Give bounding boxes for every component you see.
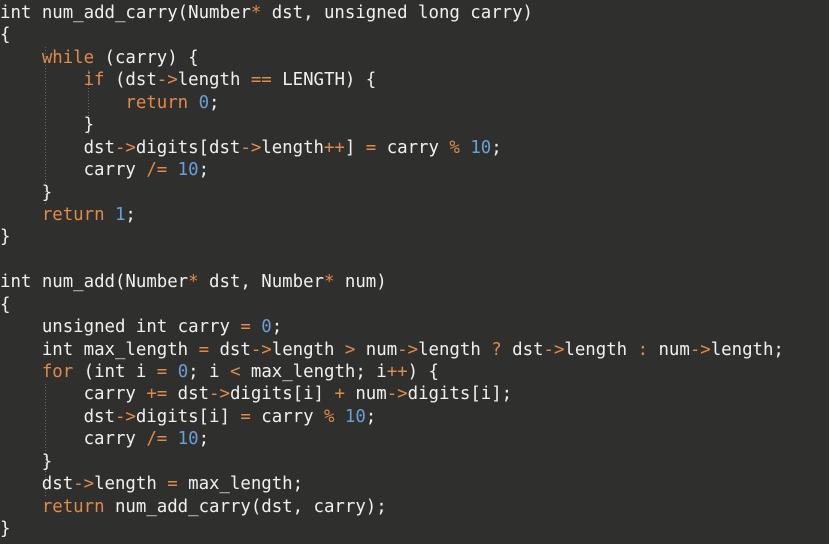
token-operator: += (146, 384, 168, 405)
code-line: int num_add(Number* dst, Number* num) (0, 272, 387, 293)
token-number: 0 (177, 362, 189, 382)
token-operator: -> (386, 384, 408, 405)
code-line: unsigned int carry = 0; (41, 317, 283, 338)
token-operator: % (323, 406, 335, 427)
token-operator: = (198, 339, 210, 360)
code-line: int max_length = dst->length > num->leng… (41, 339, 784, 360)
code-line: { (0, 294, 11, 315)
token-number: 10 (470, 137, 492, 158)
token-type: unsigned (41, 317, 126, 338)
token-type: Number (188, 3, 251, 23)
token-operator: -> (250, 339, 272, 360)
token-type: Number (125, 272, 189, 293)
code-line: carry /= 10; (0, 429, 210, 450)
token-operator: ++ (386, 362, 408, 382)
token-keyword: return (41, 204, 105, 225)
token-operator: -> (543, 339, 565, 360)
token-operator: -> (240, 137, 262, 158)
token-operator: = (167, 474, 178, 495)
code-line: dst->digits[dst->length++] = carry % 10; (0, 137, 502, 158)
token-operator: = (365, 137, 377, 158)
token-operator: = (156, 362, 168, 382)
token-operator: = (240, 406, 251, 427)
token-type: int (41, 339, 74, 360)
code-editor[interactable]: int num_add_carry(Number* dst, unsigned … (0, 0, 829, 544)
code-line: carry /= 10; (0, 160, 210, 181)
token-operator: -> (397, 339, 419, 360)
code-line: } (0, 115, 95, 136)
token-operator: -> (73, 474, 95, 495)
token-type: long (418, 3, 460, 23)
code-line: dst->digits[i] = carry % 10; (0, 406, 377, 427)
token-operator: ? (491, 339, 502, 360)
token-keyword: while (41, 47, 95, 68)
token-operator: = (240, 317, 251, 338)
token-operator: * (188, 272, 199, 293)
token-keyword: if (83, 70, 105, 91)
token-operator: -> (114, 137, 136, 158)
code-line: carry += dst->digits[i] + num->digits[i]… (0, 384, 513, 405)
token-operator: -> (209, 384, 230, 405)
token-operator: < (229, 362, 241, 382)
token-keyword: for (41, 362, 74, 382)
token-type: Number (261, 272, 324, 293)
token-type: int (0, 272, 32, 293)
code-line: { (0, 25, 11, 46)
token-operator: + (334, 384, 345, 405)
token-keyword: return (41, 496, 105, 517)
token-operator: ++ (323, 137, 345, 158)
token-function-name: num_add_carry (41, 3, 178, 23)
token-operator: * (250, 3, 262, 23)
code-line: return 1; (41, 204, 136, 225)
token-keyword: return (125, 92, 189, 113)
code-line: } (0, 227, 11, 248)
token-number: 10 (344, 406, 366, 427)
code-line: dst->length = max_length; (0, 474, 304, 495)
token-operator: > (344, 339, 356, 360)
code-line: if (dst->length == LENGTH) { (83, 70, 377, 91)
token-function-name: num_add (41, 272, 115, 293)
token-number: 1 (114, 204, 126, 225)
token-function-name: num_add_carry (114, 496, 251, 517)
code-line: int num_add_carry(Number* dst, unsigned … (0, 3, 534, 23)
code-line: return num_add_carry(dst, carry); (41, 496, 387, 517)
token-operator: /= (146, 160, 168, 181)
token-operator: /= (146, 429, 168, 450)
token-operator: -> (689, 339, 711, 360)
token-type: int (94, 362, 126, 382)
token-number: 10 (177, 429, 199, 450)
token-number: 0 (198, 92, 210, 113)
token-operator: == (250, 70, 272, 91)
code-line: for (int i = 0; i < max_length; i++) { (41, 362, 439, 382)
code-line: } (0, 519, 11, 540)
token-operator: -> (156, 70, 178, 91)
code-line: } (0, 451, 53, 472)
token-operator: * (323, 272, 335, 293)
token-operator: -> (114, 406, 136, 427)
token-operator: : (637, 339, 649, 360)
token-type: int (0, 3, 32, 23)
code-line: return 0; (125, 92, 220, 113)
token-type: int (135, 317, 168, 338)
token-number: 10 (177, 160, 199, 181)
token-type: unsigned (323, 3, 408, 23)
token-number: 0 (261, 317, 272, 338)
code-line: } (0, 182, 53, 203)
code-line: while (carry) { (41, 47, 199, 68)
token-operator: % (449, 137, 460, 158)
